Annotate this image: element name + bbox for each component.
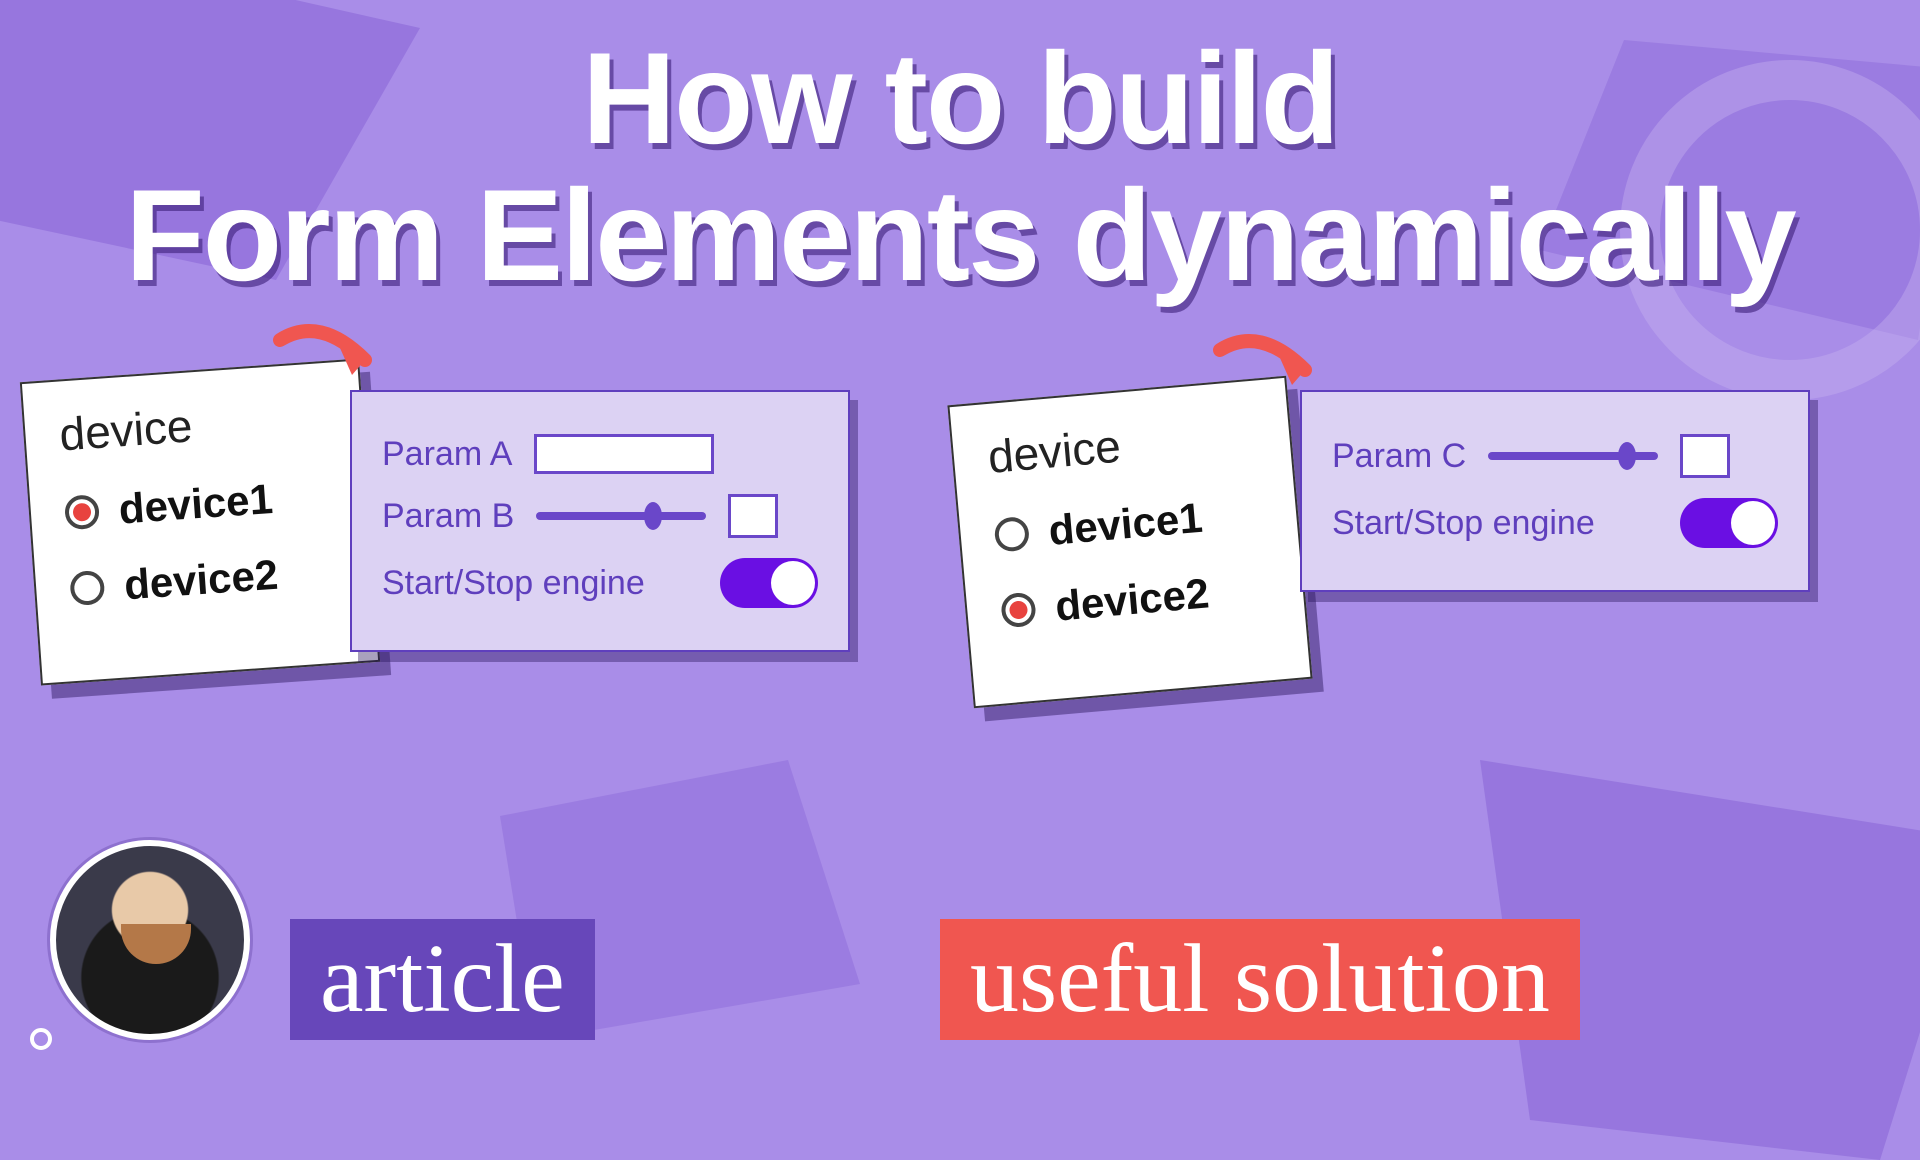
radio-label: device2: [1053, 569, 1211, 630]
param-c-slider[interactable]: [1488, 452, 1658, 460]
param-b-row: Param B: [382, 494, 818, 538]
param-a-label: Param A: [382, 435, 512, 474]
param-c-row: Param C: [1332, 434, 1778, 478]
param-c-label: Param C: [1332, 437, 1466, 476]
param-c-value-input[interactable]: [1680, 434, 1730, 478]
engine-toggle-label: Start/Stop engine: [382, 564, 645, 603]
radio-option-device1[interactable]: device1: [993, 488, 1264, 559]
radio-option-device2[interactable]: device2: [999, 564, 1270, 635]
title-line-2: Form Elements dynamically: [60, 167, 1860, 304]
device-card-2: device device1 device2: [947, 376, 1312, 708]
radio-option-device2[interactable]: device2: [69, 547, 340, 614]
radio-label: device1: [117, 475, 274, 534]
param-b-slider[interactable]: [536, 512, 706, 520]
radio-label: device1: [1047, 494, 1205, 555]
radio-icon: [69, 570, 105, 606]
params-panel-2: Param C Start/Stop engine: [1300, 390, 1810, 592]
radio-icon: [1000, 592, 1037, 629]
engine-toggle-label: Start/Stop engine: [1332, 504, 1595, 543]
params-panel-1: Param A Param B Start/Stop engine: [350, 390, 850, 652]
arrow-icon: [270, 320, 390, 400]
engine-toggle-row: Start/Stop engine: [382, 558, 818, 608]
arrow-icon: [1210, 330, 1330, 410]
radio-icon: [64, 494, 100, 530]
card-title: device: [986, 407, 1258, 484]
article-tag: article: [290, 919, 595, 1040]
engine-toggle-row: Start/Stop engine: [1332, 498, 1778, 548]
device-card-1: device device1 device2: [20, 359, 380, 686]
page-title: How to build Form Elements dynamically: [60, 30, 1860, 303]
engine-toggle[interactable]: [720, 558, 818, 608]
param-a-input[interactable]: [534, 434, 714, 474]
param-b-value-input[interactable]: [728, 494, 778, 538]
param-a-row: Param A: [382, 434, 818, 474]
engine-toggle[interactable]: [1680, 498, 1778, 548]
decorative-dot-icon: [30, 1028, 52, 1050]
radio-label: device2: [123, 551, 280, 610]
radio-icon: [993, 516, 1030, 553]
useful-solution-tag: useful solution: [940, 919, 1580, 1040]
radio-option-device1[interactable]: device1: [63, 471, 334, 538]
author-avatar: [50, 840, 250, 1040]
title-line-1: How to build: [60, 30, 1860, 167]
param-b-label: Param B: [382, 497, 514, 536]
